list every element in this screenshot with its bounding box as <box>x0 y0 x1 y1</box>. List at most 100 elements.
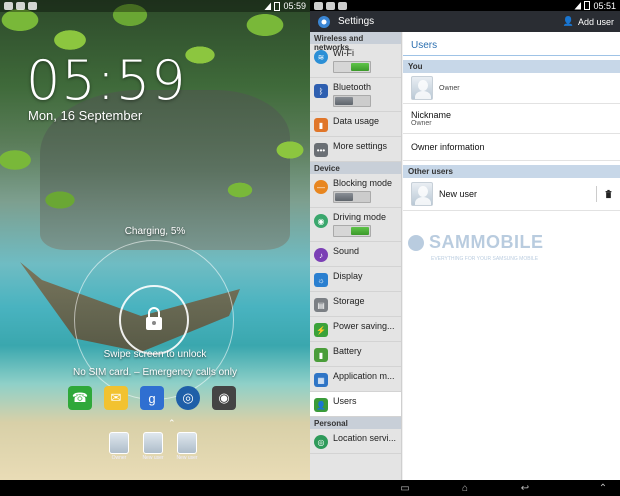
sidebar-item-label: Bluetooth <box>333 82 372 92</box>
action-bar: Settings 👤 Add user <box>310 11 620 32</box>
internet-icon[interactable]: ◎ <box>176 386 200 410</box>
data-usage-icon: ▮ <box>314 118 328 132</box>
system-navigation-bar: ▭ ⌂ ↩ ⌃ <box>0 480 620 496</box>
user-label: New user <box>176 455 198 461</box>
screenshot: 05:59 05:59 Mon, 16 September Charging, … <box>0 0 620 496</box>
bluetooth-toggle[interactable] <box>333 95 371 107</box>
status-time: 05:59 <box>283 1 306 11</box>
other-users-section-header: Other users <box>403 165 620 178</box>
add-user-label: Add user <box>577 16 614 27</box>
lock-icon <box>146 307 162 330</box>
watermark-tagline: EVERYTHING FOR YOUR SAMSUNG MOBILE <box>431 256 539 262</box>
display-icon: ☼ <box>314 273 328 287</box>
recent-apps-icon[interactable]: ▭ <box>398 482 412 494</box>
lock-status-bar: 05:59 <box>0 0 310 12</box>
sidebar-item-label: More settings <box>333 141 388 151</box>
nickname-row[interactable]: Nickname Owner <box>403 104 620 134</box>
watermark-logo-icon <box>408 234 424 251</box>
lock-shortcuts: ☎ ✉ g ◎ ◉ <box>68 386 236 410</box>
avatar <box>411 76 433 100</box>
sidebar-item-label: Display <box>333 271 363 281</box>
trash-icon <box>605 189 612 199</box>
sidebar-item-label: Users <box>333 396 357 406</box>
section-header: Wireless and networks <box>310 32 401 52</box>
notification-icon <box>314 1 323 10</box>
user-avatar <box>109 432 129 454</box>
power-saving-icon: ⚡ <box>314 323 328 337</box>
battery-status-icon <box>584 1 591 10</box>
menu-icon[interactable]: ⌃ <box>596 482 610 494</box>
sidebar-item-data-usage[interactable]: ▮ Data usage <box>310 112 401 137</box>
user-avatar <box>143 432 163 454</box>
blocking-mode-toggle[interactable] <box>333 191 371 203</box>
owner-row[interactable]: Owner <box>403 73 620 104</box>
sidebar-item-driving-mode[interactable]: ◉ Driving mode <box>310 208 401 242</box>
google-icon[interactable]: g <box>140 386 164 410</box>
sidebar-item-application-manager[interactable]: ▦ Application m... <box>310 367 401 392</box>
new-user-row[interactable]: New user <box>403 178 620 211</box>
users-icon: 👤 <box>314 398 328 412</box>
sidebar-item-label: Application m... <box>333 371 395 381</box>
sidebar-item-label: Data usage <box>333 116 380 126</box>
sound-icon: ♪ <box>314 248 328 262</box>
up-arrow-icon: ⌃ <box>168 418 176 428</box>
phone-icon[interactable]: ☎ <box>68 386 92 410</box>
swipe-hint: Swipe screen to unlock <box>103 349 207 360</box>
notification-icon <box>338 1 347 10</box>
signal-icon <box>264 2 272 10</box>
watermark-logo-text: SAMMOBILE <box>429 232 544 252</box>
lock-user-tile[interactable]: New user <box>176 432 198 466</box>
camera-icon[interactable]: ◉ <box>212 386 236 410</box>
user-label: Owner <box>111 455 127 461</box>
gear-icon[interactable] <box>316 14 332 30</box>
sidebar-item-blocking-mode[interactable]: — Blocking mode <box>310 174 401 208</box>
driving-mode-toggle[interactable] <box>333 225 371 237</box>
sidebar-item-label: Power saving... <box>333 321 395 331</box>
sidebar-item-location[interactable]: ◎ Location servi... <box>310 429 401 454</box>
settings-sidebar: Wireless and networks ≋ Wi-Fi ᛒ Bluetoot… <box>310 32 402 480</box>
sidebar-item-sound[interactable]: ♪ Sound <box>310 242 401 267</box>
lock-screen: 05:59 05:59 Mon, 16 September Charging, … <box>0 0 310 480</box>
notification-icon <box>4 2 13 10</box>
user-avatar <box>177 432 197 454</box>
settings-screen: 05:51 Settings 👤 Add user Wireless and n… <box>310 0 620 480</box>
sammobile-watermark: SAMMOBILE EVERYTHING FOR YOUR SAMSUNG MO… <box>407 232 544 262</box>
notification-icon <box>326 1 335 10</box>
add-user-button[interactable]: 👤 Add user <box>563 16 614 27</box>
lock-user-tile[interactable]: Owner <box>108 432 130 466</box>
wifi-toggle[interactable] <box>333 61 371 73</box>
status-time: 05:51 <box>593 0 616 11</box>
sidebar-item-display[interactable]: ☼ Display <box>310 267 401 292</box>
email-icon[interactable]: ✉ <box>104 386 128 410</box>
application-manager-icon: ▦ <box>314 373 328 387</box>
sidebar-item-more-settings[interactable]: ••• More settings <box>310 137 401 162</box>
owner-label: Owner <box>439 84 460 92</box>
owner-information-row[interactable]: Owner information <box>403 134 620 161</box>
sidebar-item-bluetooth[interactable]: ᛒ Bluetooth <box>310 78 401 112</box>
sidebar-item-label: Battery <box>333 346 362 356</box>
nickname-label: Nickname <box>411 110 452 120</box>
emergency-calls-text[interactable]: No SIM card. – Emergency calls only <box>0 367 310 378</box>
sidebar-item-storage[interactable]: ▤ Storage <box>310 292 401 317</box>
bluetooth-icon: ᛒ <box>314 84 328 98</box>
more-settings-icon: ••• <box>314 143 328 157</box>
sidebar-item-battery[interactable]: ▮ Battery <box>310 342 401 367</box>
battery-icon: ▮ <box>314 348 328 362</box>
sidebar-item-users[interactable]: 👤 Users <box>310 392 401 417</box>
section-header: Device <box>310 162 401 174</box>
signal-icon <box>574 1 582 10</box>
charging-status: Charging, 5% <box>124 226 186 237</box>
delete-user-button[interactable] <box>596 186 612 202</box>
sidebar-item-label: Driving mode <box>333 212 387 222</box>
lock-user-tile[interactable]: New user <box>142 432 164 466</box>
lock-clock: 05:59 <box>26 49 187 112</box>
you-section-header: You <box>403 60 620 73</box>
section-header: Personal <box>310 417 401 429</box>
back-icon[interactable]: ↩ <box>518 482 532 494</box>
panel-title: Users <box>403 32 620 56</box>
sidebar-item-label: Location servi... <box>333 433 397 443</box>
sidebar-item-power-saving[interactable]: ⚡ Power saving... <box>310 317 401 342</box>
page-title: Settings <box>338 16 375 27</box>
new-user-label: New user <box>439 189 478 199</box>
home-icon[interactable]: ⌂ <box>458 482 472 494</box>
